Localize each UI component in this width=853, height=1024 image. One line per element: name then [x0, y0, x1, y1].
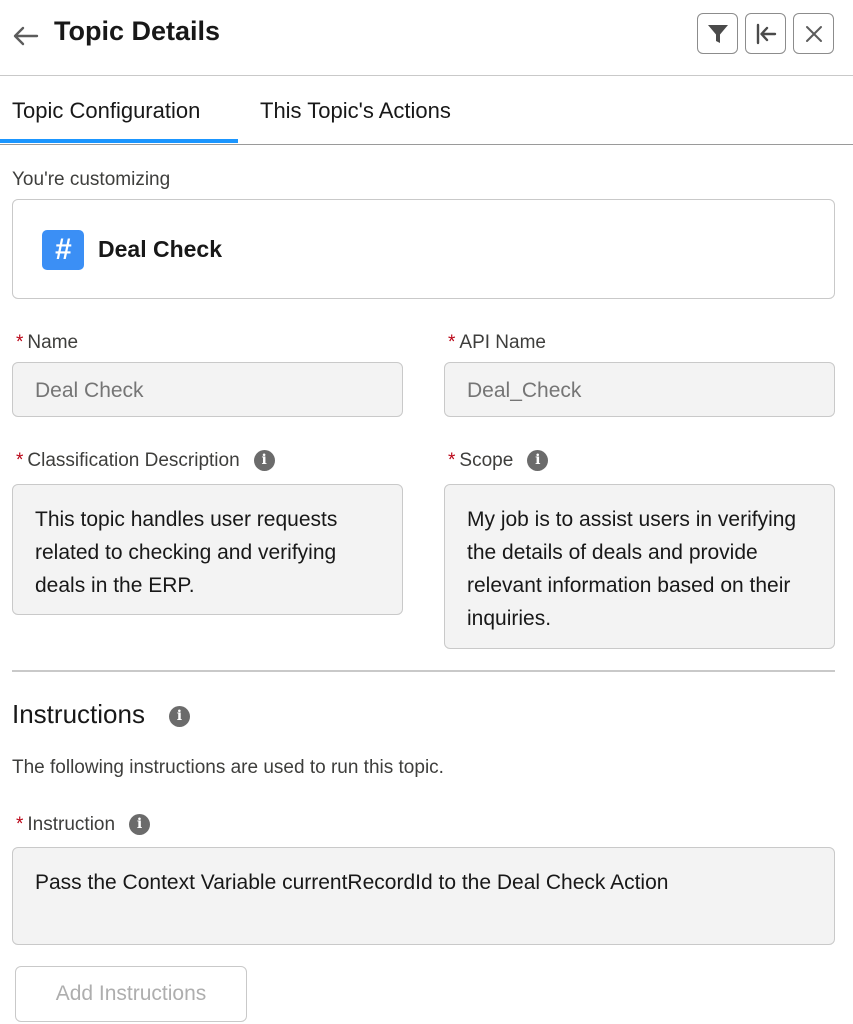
instructions-heading: Instructions i: [12, 699, 190, 730]
api-name-label: * API Name: [448, 332, 546, 354]
info-icon[interactable]: i: [129, 814, 151, 836]
scope-label: * Scope i: [448, 450, 549, 472]
scope-field[interactable]: My job is to assist users in verifying t…: [444, 484, 835, 649]
instruction-field[interactable]: Pass the Context Variable currentRecordI…: [12, 847, 835, 945]
scope-label-text: Scope: [459, 450, 514, 471]
section-divider: [12, 670, 835, 672]
add-instructions-button[interactable]: Add Instructions: [15, 966, 247, 1022]
name-field[interactable]: Deal Check: [12, 362, 403, 417]
page-title: Topic Details: [54, 16, 221, 46]
topic-name: Deal Check: [98, 236, 223, 262]
collapse-left-icon: [756, 23, 776, 44]
panel-header: Topic Details: [0, 0, 853, 76]
instructions-title: Instructions: [12, 699, 145, 729]
instructions-description: The following instructions are used to r…: [12, 757, 444, 778]
name-label-text: Name: [27, 332, 79, 353]
filter-icon: [707, 24, 728, 43]
required-indicator: *: [448, 450, 456, 471]
api-name-field[interactable]: Deal_Check: [444, 362, 835, 417]
api-name-label-text: API Name: [459, 332, 546, 353]
instruction-label: * Instruction i: [16, 814, 151, 836]
tab-topic-actions[interactable]: This Topic's Actions: [260, 98, 451, 124]
close-button[interactable]: [793, 13, 834, 54]
required-indicator: *: [16, 450, 24, 471]
classification-label-text: Classification Description: [27, 450, 240, 471]
tab-bar: Topic Configuration This Topic's Actions: [0, 76, 853, 145]
filter-button[interactable]: [697, 13, 738, 54]
hashtag-icon: #: [42, 230, 84, 270]
required-indicator: *: [448, 332, 456, 353]
customizing-label: You're customizing: [12, 169, 171, 190]
required-indicator: *: [16, 814, 24, 835]
collapse-button[interactable]: [745, 13, 786, 54]
tab-topic-configuration[interactable]: Topic Configuration: [12, 98, 200, 124]
arrow-left-icon[interactable]: [12, 22, 40, 50]
info-icon[interactable]: i: [527, 450, 549, 472]
close-icon: [805, 25, 822, 42]
classification-description-field[interactable]: This topic handles user requests related…: [12, 484, 403, 615]
info-icon[interactable]: i: [168, 705, 190, 727]
topic-card: # Deal Check: [12, 199, 835, 299]
instruction-label-text: Instruction: [27, 814, 116, 835]
name-label: * Name: [16, 332, 78, 354]
classification-label: * Classification Description i: [16, 450, 275, 472]
required-indicator: *: [16, 332, 24, 353]
active-tab-indicator: [0, 139, 238, 143]
info-icon[interactable]: i: [253, 450, 275, 472]
